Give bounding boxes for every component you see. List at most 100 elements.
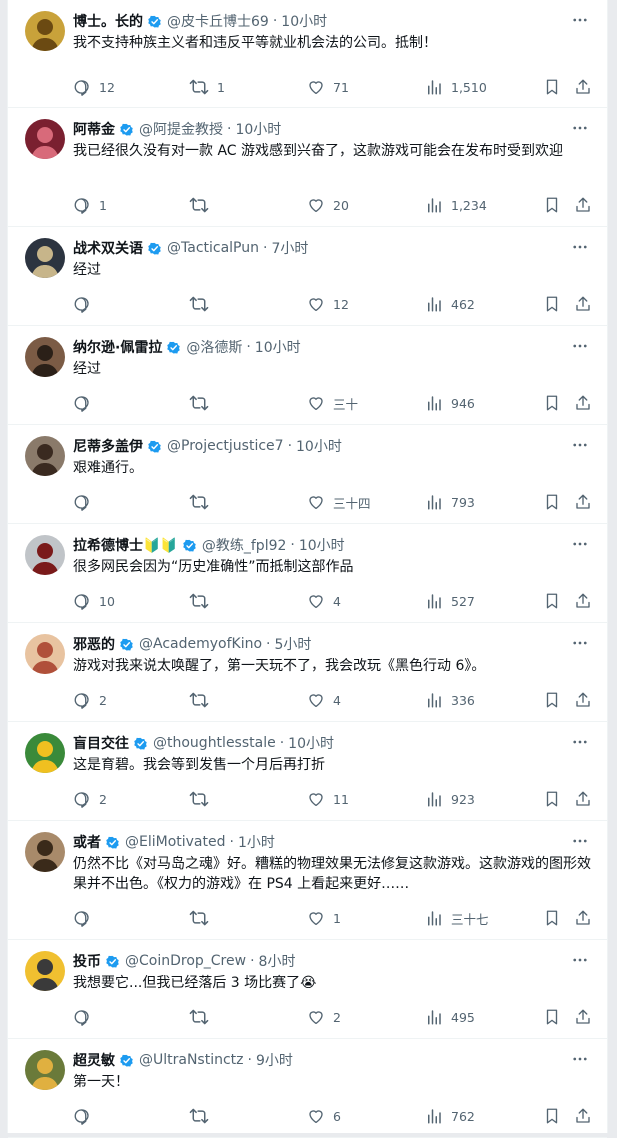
display-name[interactable]: 战术双关语 bbox=[73, 238, 143, 258]
like-button[interactable]: 三十 bbox=[307, 392, 358, 414]
share-button[interactable] bbox=[574, 689, 592, 711]
more-icon[interactable] bbox=[571, 951, 589, 969]
retweet-button[interactable] bbox=[189, 1105, 217, 1127]
like-button[interactable]: 4 bbox=[307, 689, 341, 711]
display-name[interactable]: 盲目交往 bbox=[73, 733, 129, 753]
bookmark-button[interactable] bbox=[543, 1105, 561, 1127]
bookmark-button[interactable] bbox=[543, 788, 561, 810]
tweet[interactable]: 尼蒂多盖伊 @Projectjustice7 · 10小时 艰难通行。 三十四 bbox=[8, 425, 607, 524]
timestamp[interactable]: 10小时 bbox=[235, 119, 281, 139]
tweet[interactable]: 战术双关语 @TacticalPun · 7小时 经过 12 462 bbox=[8, 227, 607, 326]
avatar[interactable] bbox=[25, 238, 65, 278]
tweet[interactable]: 拉希德博士🔰🔰 @教练_fpl92 · 10小时 很多网民会因为“历史准确性”而… bbox=[8, 524, 607, 623]
reply-button[interactable]: 10 bbox=[73, 590, 115, 612]
reply-button[interactable]: 12 bbox=[73, 76, 115, 98]
user-handle[interactable]: @Projectjustice7 bbox=[167, 438, 284, 454]
avatar[interactable] bbox=[25, 634, 65, 674]
timestamp[interactable]: 10小时 bbox=[299, 535, 345, 555]
avatar[interactable] bbox=[25, 535, 65, 575]
bookmark-button[interactable] bbox=[543, 392, 561, 414]
timestamp[interactable]: 7小时 bbox=[271, 238, 308, 258]
like-button[interactable]: 11 bbox=[307, 788, 349, 810]
avatar[interactable] bbox=[25, 951, 65, 991]
user-handle[interactable]: @阿提金教授 bbox=[139, 119, 223, 139]
user-handle[interactable]: @教练_fpl92 bbox=[202, 535, 287, 555]
like-button[interactable]: 12 bbox=[307, 293, 349, 315]
avatar[interactable] bbox=[25, 11, 65, 51]
timestamp[interactable]: 5小时 bbox=[275, 634, 312, 654]
display-name[interactable]: 投币 bbox=[73, 951, 101, 971]
more-icon[interactable] bbox=[571, 119, 589, 137]
display-name[interactable]: 尼蒂多盖伊 bbox=[73, 436, 143, 456]
display-name[interactable]: 拉希德博士🔰🔰 bbox=[73, 535, 178, 555]
avatar[interactable] bbox=[25, 337, 65, 377]
views-button[interactable]: 923 bbox=[425, 788, 475, 810]
avatar[interactable] bbox=[25, 119, 65, 159]
retweet-button[interactable] bbox=[189, 491, 217, 513]
views-button[interactable]: 762 bbox=[425, 1105, 475, 1127]
retweet-button[interactable] bbox=[189, 194, 217, 216]
more-icon[interactable] bbox=[571, 238, 589, 256]
more-icon[interactable] bbox=[571, 832, 589, 850]
like-button[interactable]: 1 bbox=[307, 907, 341, 929]
share-button[interactable] bbox=[574, 788, 592, 810]
user-handle[interactable]: @皮卡丘博士69 bbox=[167, 11, 269, 31]
bookmark-button[interactable] bbox=[543, 491, 561, 513]
timestamp[interactable]: 10小时 bbox=[296, 436, 342, 456]
like-button[interactable]: 2 bbox=[307, 1006, 341, 1028]
views-button[interactable]: 三十七 bbox=[425, 907, 489, 929]
views-button[interactable]: 336 bbox=[425, 689, 475, 711]
more-icon[interactable] bbox=[571, 733, 589, 751]
more-icon[interactable] bbox=[571, 634, 589, 652]
user-handle[interactable]: @AcademyofKino bbox=[139, 636, 262, 652]
bookmark-button[interactable] bbox=[543, 590, 561, 612]
more-icon[interactable] bbox=[571, 1050, 589, 1068]
reply-button[interactable] bbox=[73, 1105, 99, 1127]
views-button[interactable]: 495 bbox=[425, 1006, 475, 1028]
reply-button[interactable] bbox=[73, 392, 99, 414]
timestamp[interactable]: 1小时 bbox=[238, 832, 275, 852]
views-button[interactable]: 462 bbox=[425, 293, 475, 315]
timestamp[interactable]: 10小时 bbox=[281, 11, 327, 31]
reply-button[interactable] bbox=[73, 491, 99, 513]
retweet-button[interactable] bbox=[189, 590, 217, 612]
share-button[interactable] bbox=[574, 392, 592, 414]
like-button[interactable]: 4 bbox=[307, 590, 341, 612]
share-button[interactable] bbox=[574, 1105, 592, 1127]
reply-button[interactable]: 1 bbox=[73, 194, 107, 216]
retweet-button[interactable]: 1 bbox=[189, 76, 225, 98]
tweet[interactable]: 邪恶的 @AcademyofKino · 5小时 游戏对我来说太唤醒了，第一天玩… bbox=[8, 623, 607, 722]
user-handle[interactable]: @CoinDrop_Crew bbox=[125, 953, 246, 969]
tweet[interactable]: 或者 @EliMotivated · 1小时 仍然不比《对马岛之魂》好。糟糕的物… bbox=[8, 821, 607, 940]
views-button[interactable]: 793 bbox=[425, 491, 475, 513]
retweet-button[interactable] bbox=[189, 293, 217, 315]
bookmark-button[interactable] bbox=[543, 689, 561, 711]
more-icon[interactable] bbox=[571, 11, 589, 29]
user-handle[interactable]: @thoughtlesstale bbox=[153, 735, 276, 751]
tweet[interactable]: 阿蒂金 @阿提金教授 · 10小时 我已经很久没有对一款 AC 游戏感到兴奋了，… bbox=[8, 108, 607, 227]
views-button[interactable]: 1,234 bbox=[425, 194, 487, 216]
retweet-button[interactable] bbox=[189, 689, 217, 711]
reply-button[interactable] bbox=[73, 907, 99, 929]
display-name[interactable]: 纳尔逊·佩雷拉 bbox=[73, 337, 162, 357]
user-handle[interactable]: @TacticalPun bbox=[167, 240, 259, 256]
reply-button[interactable] bbox=[73, 293, 99, 315]
reply-button[interactable]: 2 bbox=[73, 788, 107, 810]
reply-button[interactable]: 2 bbox=[73, 689, 107, 711]
avatar[interactable] bbox=[25, 832, 65, 872]
more-icon[interactable] bbox=[571, 436, 589, 454]
user-handle[interactable]: @EliMotivated bbox=[125, 834, 226, 850]
display-name[interactable]: 或者 bbox=[73, 832, 101, 852]
bookmark-button[interactable] bbox=[543, 293, 561, 315]
retweet-button[interactable] bbox=[189, 788, 217, 810]
views-button[interactable]: 1,510 bbox=[425, 76, 487, 98]
timestamp[interactable]: 8小时 bbox=[259, 951, 296, 971]
like-button[interactable]: 6 bbox=[307, 1105, 341, 1127]
views-button[interactable]: 527 bbox=[425, 590, 475, 612]
timestamp[interactable]: 9小时 bbox=[256, 1050, 293, 1070]
display-name[interactable]: 邪恶的 bbox=[73, 634, 115, 654]
share-button[interactable] bbox=[574, 590, 592, 612]
avatar[interactable] bbox=[25, 436, 65, 476]
display-name[interactable]: 阿蒂金 bbox=[73, 119, 115, 139]
timestamp[interactable]: 10小时 bbox=[288, 733, 334, 753]
